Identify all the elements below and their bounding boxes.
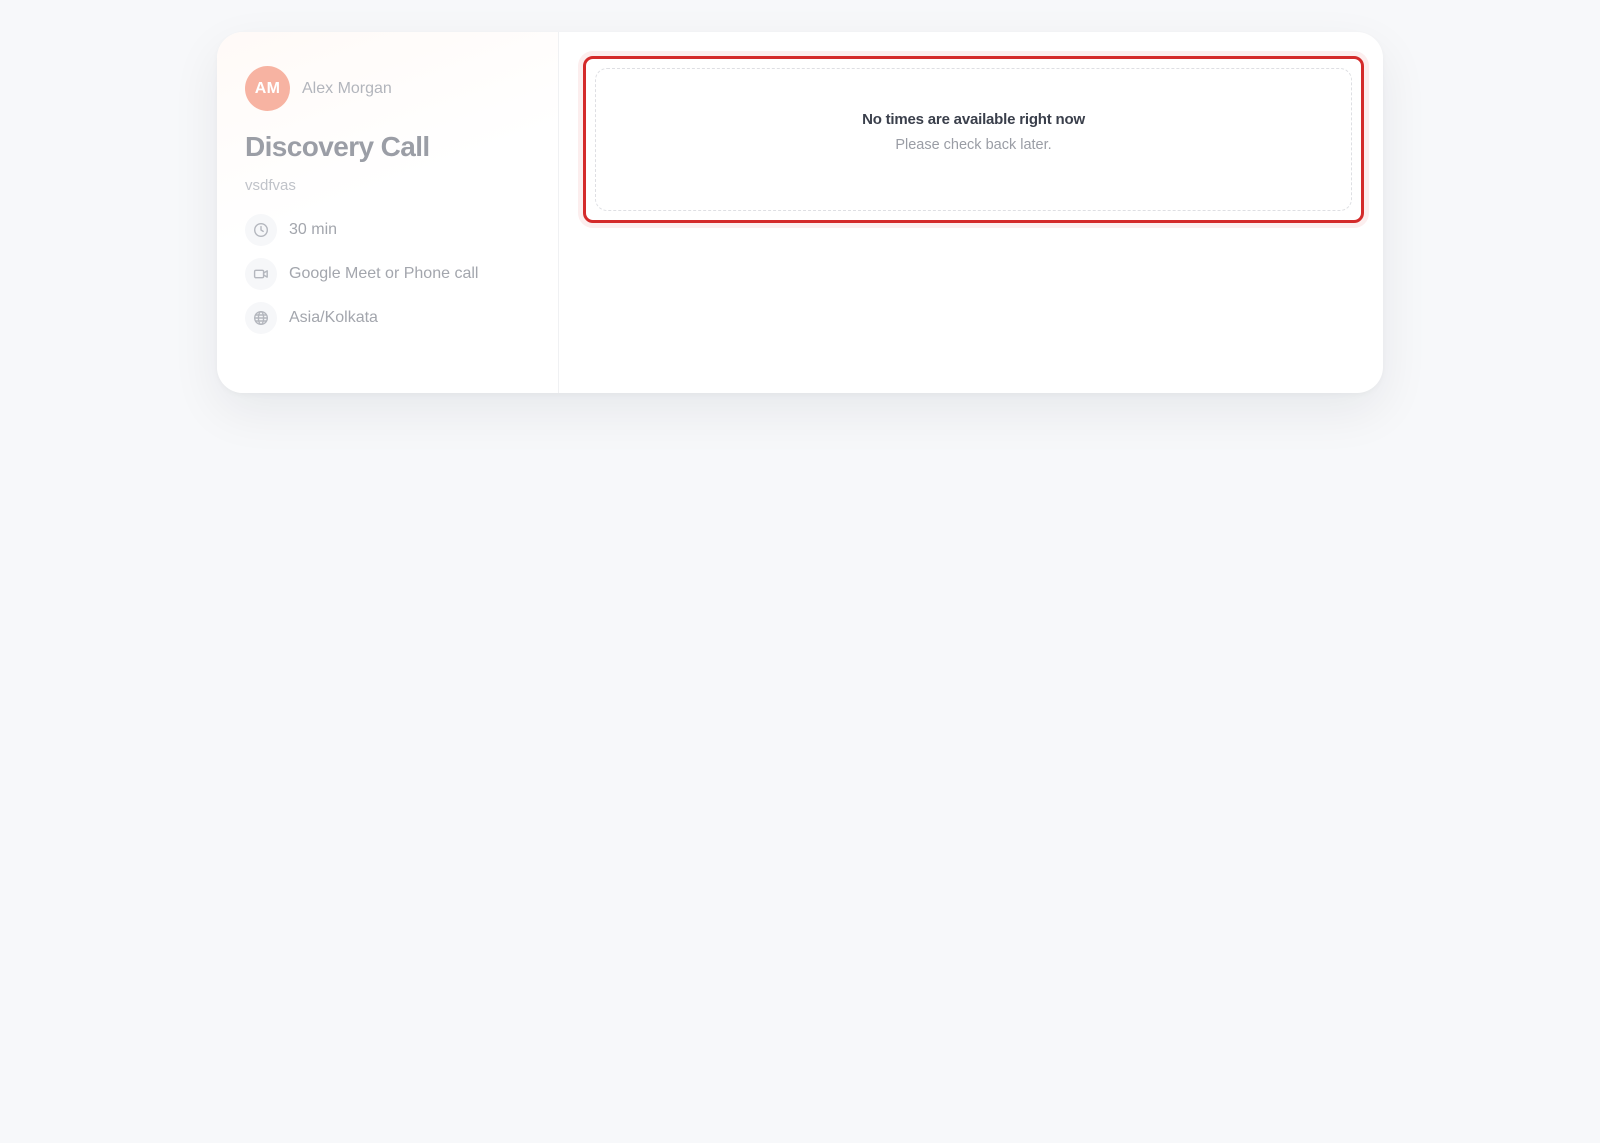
clock-icon (245, 214, 277, 246)
globe-icon (245, 302, 277, 334)
empty-state-subtitle: Please check back later. (895, 137, 1052, 153)
highlight-box: No times are available right now Please … (583, 56, 1364, 223)
detail-timezone-label: Asia/Kolkata (289, 309, 378, 326)
event-title: Discovery Call (245, 131, 430, 162)
event-info-panel: AM Alex Morgan Discovery Call vsdfvas 30… (217, 32, 559, 393)
empty-state: No times are available right now Please … (595, 68, 1352, 211)
detail-location: Google Meet or Phone call (245, 258, 530, 290)
detail-duration-label: 30 min (289, 221, 338, 238)
host-name: Alex Morgan (302, 79, 392, 97)
empty-state-title: No times are available right now (862, 111, 1085, 128)
booking-card: AM Alex Morgan Discovery Call vsdfvas 30… (217, 32, 1383, 393)
host-row: AM Alex Morgan (245, 66, 530, 111)
detail-duration: 30 min (245, 214, 530, 246)
event-details-list: 30 min Google Meet or Phone call Asia/Ko… (245, 214, 530, 334)
event-description: vsdfvas (245, 177, 296, 194)
detail-location-label: Google Meet or Phone call (289, 265, 479, 282)
detail-timezone: Asia/Kolkata (245, 302, 530, 334)
availability-panel: No times are available right now Please … (559, 32, 1383, 393)
video-camera-icon (245, 258, 277, 290)
avatar: AM (245, 66, 290, 111)
